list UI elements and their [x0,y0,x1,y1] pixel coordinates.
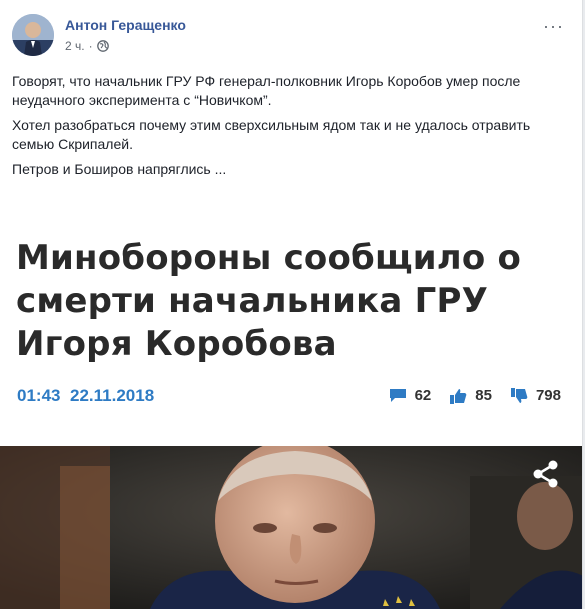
avatar[interactable] [12,14,54,56]
post-paragraph-1: Говорят, что начальник ГРУ РФ генерал-по… [12,73,521,108]
article-stats: 62 85 798 [389,387,561,404]
comments-stat: 62 [389,387,432,404]
article-date: 22.11.2018 [70,386,155,405]
thumbs-down-icon [510,387,528,404]
post-paragraph-2: Хотел разобраться почему этим сверхсильн… [12,117,531,152]
author-name[interactable]: Антон Геращенко [65,17,186,33]
post-header: Антон Геращенко 2 ч. · ··· [12,12,572,60]
thumbs-up-icon [449,388,467,404]
article-title: Минобороны сообщило о смерти начальника … [16,238,522,364]
article-photo [0,446,582,609]
facebook-post-card: Антон Геращенко 2 ч. · ··· Говорят, что … [0,0,583,609]
comments-count: 62 [414,387,432,404]
globe-icon[interactable] [96,40,109,52]
post-text: Говорят, что начальник ГРУ РФ генерал-по… [12,72,572,185]
post-meta: 2 ч. · [65,39,109,53]
article-time: 01:43 [17,386,61,405]
comment-icon [389,388,407,403]
meta-separator: · [88,39,93,53]
post-time[interactable]: 2 ч. [65,39,85,53]
likes-stat: 85 [449,387,492,404]
likes-count: 85 [475,387,492,404]
dislikes-stat: 798 [510,387,561,404]
post-paragraph-3: Петров и Боширов напряглись ... [12,161,227,177]
share-icon[interactable] [533,460,559,493]
more-icon[interactable]: ··· [543,16,564,37]
dislikes-count: 798 [535,387,561,404]
